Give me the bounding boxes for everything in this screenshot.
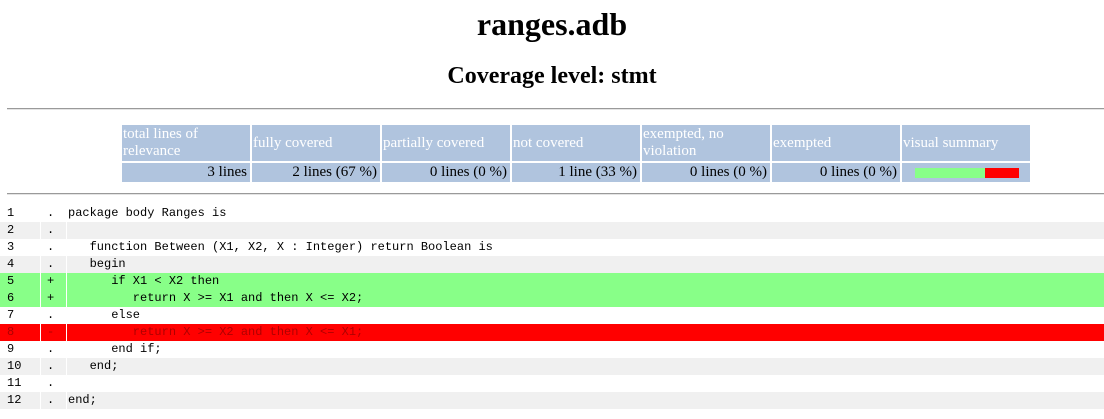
- coverage-summary-table: total lines of relevance fully covered p…: [120, 123, 1032, 184]
- source-line: 3. function Between (X1, X2, X : Integer…: [0, 239, 1104, 256]
- visual-bar-not-covered: [984, 167, 1019, 178]
- coverage-marker: .: [41, 392, 66, 409]
- line-number: 11: [7, 376, 22, 390]
- source-code: package body Ranges is: [68, 206, 227, 220]
- source-code: function Between (X1, X2, X : Integer) r…: [68, 240, 493, 254]
- line-number: 9: [7, 342, 15, 356]
- header-partially-covered: partially covered: [382, 125, 510, 161]
- annotated-source-listing: 1. package body Ranges is 2. 3. function Be…: [0, 205, 1104, 409]
- coverage-level-heading: Coverage level: stmt: [447, 63, 657, 89]
- line-number: 4: [0, 256, 40, 273]
- source-code: [67, 222, 1104, 239]
- source-line: 7. else: [0, 307, 1104, 324]
- line-number: 12: [0, 392, 40, 409]
- source-line: 9. end if;: [0, 341, 1104, 358]
- coverage-marker: .: [47, 240, 55, 254]
- header-not-covered: not covered: [512, 125, 640, 161]
- visual-summary-bar: [915, 167, 1019, 178]
- coverage-marker: -: [41, 324, 66, 341]
- source-line: 5 + if X1 < X2 then: [0, 273, 1104, 290]
- line-number: 6: [0, 290, 40, 307]
- source-line: 11.: [0, 375, 1104, 392]
- source-code: if X1 < X2 then: [67, 273, 1104, 290]
- header-exempted: exempted: [772, 125, 900, 161]
- source-code: else: [68, 308, 141, 322]
- coverage-marker: .: [41, 358, 66, 375]
- value-partially-covered: 0 lines (0 %): [382, 163, 510, 182]
- coverage-marker: .: [47, 206, 55, 220]
- source-code: return X >= X2 and then X <= X1;: [67, 324, 1104, 341]
- source-line: 10. end;: [0, 358, 1104, 375]
- coverage-marker: .: [47, 308, 55, 322]
- visual-bar-fully-covered: [915, 167, 985, 178]
- source-code: return X >= X1 and then X <= X2;: [67, 290, 1104, 307]
- visual-summary-cell: [902, 163, 1030, 182]
- value-exempted-no-violation: 0 lines (0 %): [642, 163, 770, 182]
- page-title: ranges.adb: [476, 6, 628, 42]
- coverage-marker: +: [41, 273, 66, 290]
- source-line: 8- return X >= X2 and then X <= X1;: [0, 324, 1104, 341]
- source-code: [67, 375, 1104, 392]
- value-not-covered: 1 line (33 %): [512, 163, 640, 182]
- summary-header-row: total lines of relevance fully covered p…: [122, 125, 1030, 161]
- line-number: 1: [7, 206, 15, 220]
- header-total-lines: total lines of relevance: [122, 125, 250, 161]
- header-fully-covered: fully covered: [252, 125, 380, 161]
- source-line: 4. begin: [0, 256, 1104, 273]
- source-code: end;: [67, 358, 1104, 375]
- header-exempted-no-violation: exempted, no violation: [642, 125, 770, 161]
- bottom-divider: [7, 193, 1104, 195]
- line-number: 7: [7, 308, 15, 322]
- source-line: 1. package body Ranges is: [0, 205, 1104, 222]
- source-line: 6 + return X >= X1 and then X <= X2;: [0, 290, 1104, 307]
- source-code: begin: [67, 256, 1104, 273]
- coverage-marker: .: [41, 256, 66, 273]
- coverage-marker: .: [41, 222, 66, 239]
- value-total-lines: 3 lines: [122, 163, 250, 182]
- source-code: end if;: [68, 342, 162, 356]
- header-visual-summary: visual summary: [902, 125, 1030, 161]
- coverage-marker: .: [47, 376, 55, 390]
- coverage-marker: .: [47, 342, 55, 356]
- line-number: 3: [7, 240, 15, 254]
- line-number: 2: [0, 222, 40, 239]
- line-number: 10: [0, 358, 40, 375]
- line-number: 5: [0, 273, 40, 290]
- value-fully-covered: 2 lines (67 %): [252, 163, 380, 182]
- coverage-report-page: ranges.adb Coverage level: stmt total li…: [0, 0, 1104, 419]
- coverage-marker: +: [41, 290, 66, 307]
- source-code: end;: [67, 392, 1104, 409]
- source-line: 12. end;: [0, 392, 1104, 409]
- value-exempted: 0 lines (0 %): [772, 163, 900, 182]
- summary-value-row: 3 lines 2 lines (67 %) 0 lines (0 %) 1 l…: [122, 163, 1030, 182]
- line-number: 8: [0, 324, 40, 341]
- top-divider: [7, 108, 1104, 110]
- source-line: 2.: [0, 222, 1104, 239]
